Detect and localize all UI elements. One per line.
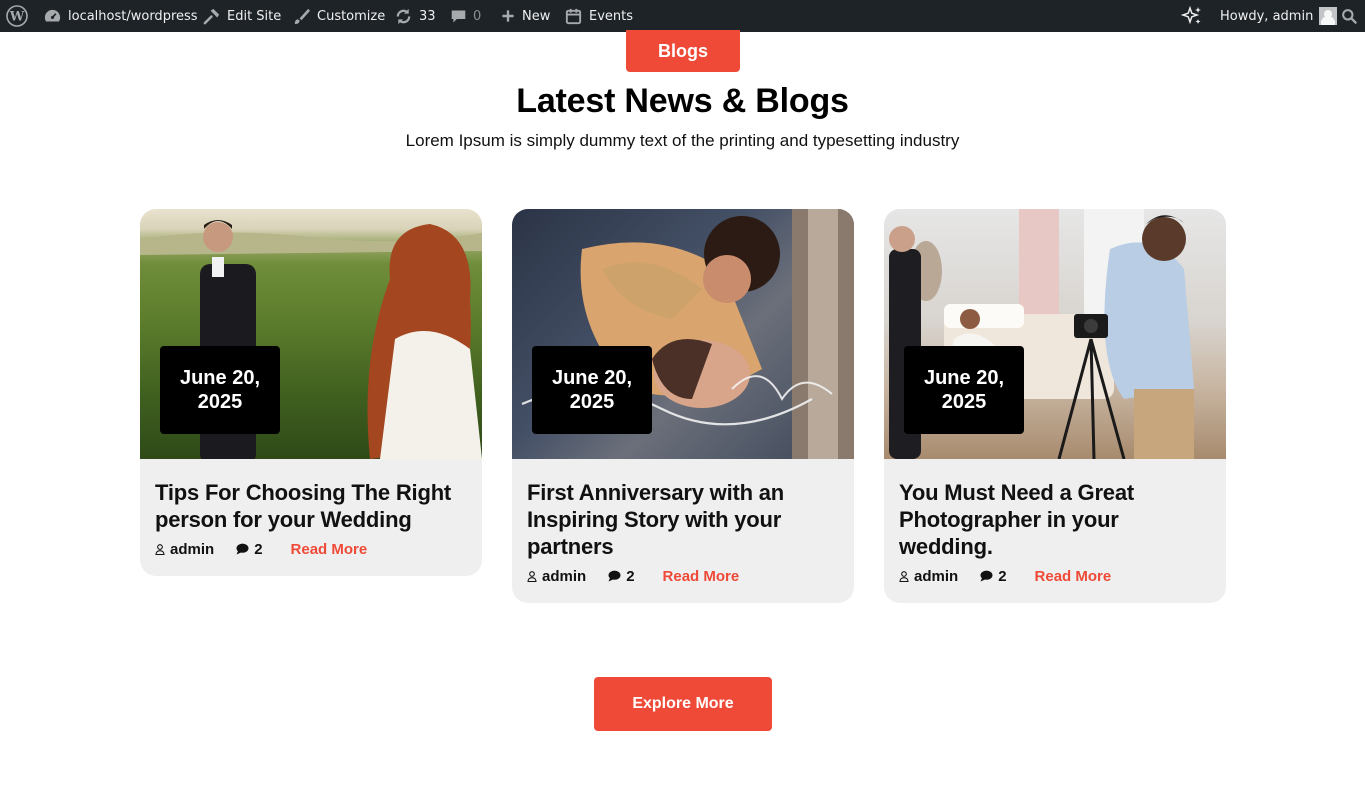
explore-more-button[interactable]: Explore More [594,677,772,731]
blog-image-photographer[interactable]: June 20, 2025 [884,209,1226,459]
comment-icon [608,570,621,582]
search-icon [1342,8,1358,24]
post-comments[interactable]: 2 [608,567,635,585]
post-meta: admin 2 Read More [155,539,467,559]
user-icon [527,570,537,582]
section-subtitle: Lorem Ipsum is simply dummy text of the … [405,131,960,150]
comment-icon [236,543,249,555]
user-icon [155,543,165,555]
edit-site-label: Edit Site [227,8,282,24]
blog-image-wedding-field[interactable]: June 20, 2025 [140,209,482,459]
author-name: admin [914,567,959,585]
admin-bar: W localhost/wordpress Edit Site Customiz… [0,0,1365,32]
blog-card: June 20, 2025 You Must Need a Great Phot… [884,209,1226,603]
customize-label: Customize [317,8,386,24]
comment-count: 2 [998,567,1007,585]
post-author[interactable]: admin [527,568,586,585]
user-icon [899,570,909,582]
post-title[interactable]: First Anniversary with an Inspiring Stor… [527,479,839,560]
post-meta: admin 2 Read More [899,566,1211,586]
read-more-link[interactable]: Read More [291,541,368,558]
author-name: admin [170,540,215,558]
post-date: June 20, 2025 [532,346,652,434]
comment-count: 2 [626,567,635,585]
comments-count: 0 [473,8,482,24]
post-meta: admin 2 Read More [527,566,839,586]
ai-assistant-button[interactable] [1181,0,1203,32]
post-author[interactable]: admin [155,541,214,558]
wordpress-icon: W [6,5,28,27]
new-content-link[interactable]: New [500,0,550,32]
comment-icon [980,570,993,582]
plus-icon [502,10,514,22]
blog-card: June 20, 2025 Tips For Choosing The Righ… [140,209,482,576]
brush-icon [294,8,311,24]
events-link[interactable]: Events [564,0,633,32]
calendar-icon [565,8,582,24]
dashboard-icon [44,9,61,21]
comment-icon [451,10,466,22]
post-title[interactable]: You Must Need a Great Photographer in yo… [899,479,1211,560]
howdy-label: Howdy, admin [1220,8,1314,24]
wordpress-menu[interactable]: W [6,0,28,32]
read-more-link[interactable]: Read More [663,568,740,585]
comment-count: 2 [254,540,263,558]
updates-count: 33 [419,8,436,24]
post-comments[interactable]: 2 [980,567,1007,585]
edit-site-link[interactable]: Edit Site [202,0,281,32]
post-date: June 20, 2025 [904,346,1024,434]
blogs-tag: Blogs [626,30,740,72]
new-label: New [522,8,551,24]
post-title[interactable]: Tips For Choosing The Right person for y… [155,479,467,533]
post-comments[interactable]: 2 [236,540,263,558]
updates-link[interactable]: 33 [394,0,436,32]
svg-text:W: W [9,10,25,25]
post-date: June 20, 2025 [160,346,280,434]
post-author[interactable]: admin [899,568,958,585]
admin-search[interactable] [1341,0,1358,32]
site-name-label: localhost/wordpress [68,8,198,24]
blog-card: June 20, 2025 First Anniversary with an … [512,209,854,603]
sparkle-icon [1181,5,1201,25]
comments-link[interactable]: 0 [450,0,481,32]
account-menu[interactable]: Howdy, admin [1220,0,1338,32]
author-name: admin [542,567,587,585]
blog-image-anniversary[interactable]: June 20, 2025 [512,209,854,459]
avatar [1319,7,1338,25]
site-name-link[interactable]: localhost/wordpress [43,0,198,32]
read-more-link[interactable]: Read More [1035,568,1112,585]
refresh-icon [396,8,411,24]
customize-link[interactable]: Customize [292,0,385,32]
section-title: Latest News & Blogs [516,82,849,120]
hammer-icon [203,8,220,24]
events-label: Events [589,8,634,24]
